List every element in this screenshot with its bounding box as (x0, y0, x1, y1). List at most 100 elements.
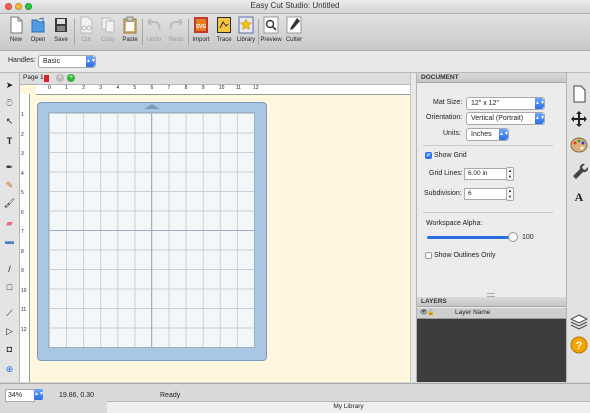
open-folder-icon (31, 17, 45, 33)
horizontal-ruler: 0 1 2 3 4 5 6 7 8 9 10 11 12 (36, 85, 410, 95)
select-arrows-icon: ▲▼ (86, 56, 96, 67)
mat-grid[interactable] (48, 112, 255, 348)
cutter-button[interactable]: Cutter (283, 16, 305, 49)
import-label: Import (192, 37, 210, 43)
help-icon[interactable]: ? (570, 336, 588, 354)
library-window-title: My Library (333, 403, 364, 410)
zoom-stepper-icon[interactable]: ▲▼ (34, 389, 44, 400)
text-tool-icon[interactable]: T (3, 135, 16, 148)
grid-center-horizontal (49, 230, 254, 231)
save-disk-icon (55, 18, 67, 32)
redo-arrow-icon (169, 18, 184, 30)
move-arrows-icon[interactable] (570, 110, 588, 128)
font-icon[interactable]: A (570, 186, 588, 204)
pencil-tool-icon[interactable]: ✎ (3, 179, 16, 192)
status-text: Ready (160, 392, 181, 399)
workspace-alpha-knob[interactable] (508, 232, 518, 242)
ruler-tick-label: 8 (21, 248, 24, 255)
divider (423, 145, 553, 146)
orientation-select[interactable]: Vertical (Portrait) ▲▼ (466, 112, 545, 125)
units-select[interactable]: Inches ▲▼ (466, 128, 509, 141)
trace-button[interactable]: Trace (213, 16, 235, 49)
import-svg-icon: SVG (194, 17, 208, 33)
status-bar: 34% ▲▼ 19.86, 0.30 Ready My Library (0, 383, 590, 413)
grid-lines-stepper[interactable]: ▲ ▼ (506, 167, 514, 181)
open-button[interactable]: Open (27, 16, 49, 49)
subdivision-stepper[interactable]: ▲ ▼ (506, 187, 514, 201)
zoom-tool-icon[interactable]: ⊕ (3, 363, 16, 376)
select-arrows-icon: ▲▼ (535, 98, 545, 109)
zoom-field[interactable]: 34% (5, 389, 35, 402)
weld-tool-icon[interactable]: ◘ (3, 343, 16, 356)
units-value: Inches (471, 131, 492, 138)
preview-magnifier-icon (263, 16, 279, 34)
scissors-icon (80, 16, 93, 34)
select-arrow-tool-icon[interactable]: ➤ (3, 79, 16, 92)
new-document-icon (10, 16, 23, 34)
show-grid-checkbox[interactable]: ✓ (425, 152, 432, 159)
svg-text:?: ? (576, 340, 583, 352)
ruler-tick-label: 6 (21, 209, 24, 216)
ruler-tick-label: 3 (21, 151, 24, 157)
trace-icon (217, 17, 231, 33)
trace-label: Trace (216, 37, 232, 43)
show-outlines-checkbox[interactable] (425, 252, 432, 259)
document-icon[interactable] (570, 85, 588, 103)
color-palette-icon[interactable] (570, 136, 588, 154)
paste-button[interactable]: Paste (119, 16, 141, 49)
ruler-tick-label: 9 (201, 85, 205, 91)
handles-select[interactable]: Basic ▲▼ (38, 55, 96, 68)
grid-lines-input[interactable]: 6.00 in (464, 168, 507, 180)
ruler-tick-label: 10 (218, 85, 225, 91)
import-button[interactable]: SVG Import (190, 16, 212, 49)
close-tab-icon[interactable]: × (56, 74, 64, 82)
undo-arrow-icon (146, 18, 161, 30)
preview-button[interactable]: Preview (260, 16, 282, 49)
polygon-tool-icon[interactable]: ▷ (3, 325, 16, 338)
mat-size-select[interactable]: 12" x 12" ▲▼ (466, 97, 545, 110)
divider (423, 212, 553, 213)
svg-text:A: A (575, 190, 584, 204)
units-label: Units: (443, 130, 461, 137)
save-button[interactable]: Save (50, 16, 72, 49)
library-button[interactable]: Library (235, 16, 257, 49)
lasso-tool-icon[interactable]: ට (3, 97, 16, 110)
copy-label: Copy (100, 37, 115, 43)
layers-list[interactable] (417, 308, 566, 382)
brush-tool-icon[interactable]: 🖌 (3, 197, 16, 210)
properties-panel: DOCUMENT Mat Size: 12" x 12" ▲▼ Orientat… (416, 73, 566, 382)
wrench-icon[interactable] (570, 161, 588, 179)
pen-tool-icon[interactable]: ✒ (3, 161, 16, 174)
ruler-tick-label: 5 (133, 85, 137, 91)
knife-tool-icon[interactable]: ⟋ (3, 307, 16, 320)
redo-button[interactable]: Redo (165, 16, 187, 49)
rectangle-tool-icon[interactable]: □ (3, 281, 16, 294)
undo-button[interactable]: Undo (143, 16, 165, 49)
eyedropper-tool-icon[interactable]: / (3, 263, 16, 276)
orientation-label: Orientation: (426, 114, 463, 121)
add-page-icon[interactable]: + (67, 74, 75, 82)
library-window[interactable]: My Library (107, 401, 590, 413)
copy-icon (101, 17, 115, 33)
shape-tool-icon[interactable]: ▬ (3, 235, 16, 248)
ruler-tick-label: 0 (48, 85, 51, 91)
preview-label: Preview (260, 37, 282, 43)
toolbar-separator (188, 19, 189, 45)
cut-button[interactable]: Cut (75, 16, 97, 49)
ruler-tick-label: 3 (99, 85, 103, 91)
cutter-label: Cutter (285, 37, 303, 43)
panel-switcher: A ? (566, 73, 590, 382)
tab-page-1[interactable]: Page 1 (23, 74, 44, 81)
copy-button[interactable]: Copy (97, 16, 119, 49)
ruler-tick-label: 7 (21, 229, 24, 235)
node-edit-tool-icon[interactable]: ↖ (3, 115, 16, 128)
layers-icon[interactable] (570, 313, 588, 331)
eraser-tool-icon[interactable]: ▰ (3, 217, 16, 230)
show-grid-label: Show Grid (434, 152, 467, 159)
handles-label: Handles: (8, 57, 36, 64)
new-button[interactable]: New (5, 16, 27, 49)
ruler-tick-label: 2 (82, 85, 85, 91)
mat-size-value: 12" x 12" (471, 100, 499, 107)
ruler-tick-label: 5 (21, 190, 24, 196)
subdivision-input[interactable]: 6 (464, 188, 507, 200)
